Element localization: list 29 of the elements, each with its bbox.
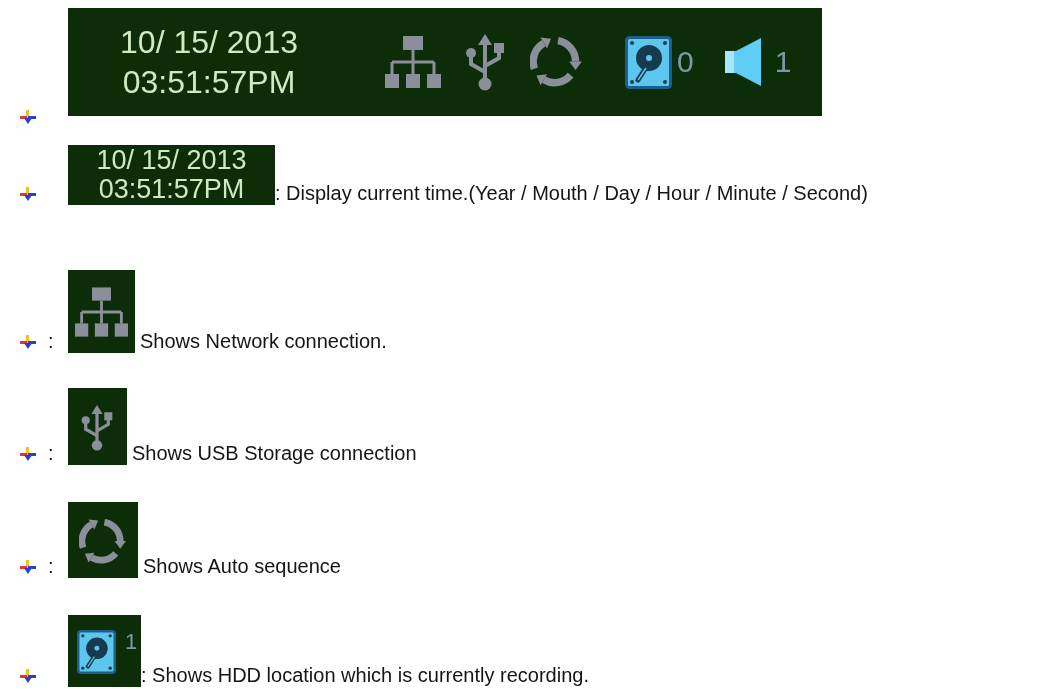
bullet-icon	[20, 447, 36, 461]
bullet-icon	[20, 335, 36, 349]
separator-text: :	[48, 554, 54, 578]
description-text: : Display current time.(Year / Mouth / Day / Hour / Minute / Second)	[275, 181, 868, 205]
usb-icon	[68, 388, 127, 465]
usb-icon	[464, 33, 506, 91]
circular-arrows-icon	[68, 502, 138, 578]
count-text: 1	[774, 44, 792, 80]
description-text: : Shows HDD location which is currently recording.	[141, 663, 589, 687]
time-text: 03:51:57PM	[121, 63, 297, 102]
separator-text: :	[48, 329, 54, 353]
bullet-icon	[20, 560, 36, 574]
description-text: Shows Network connection.	[140, 329, 387, 353]
network-icon	[68, 270, 135, 353]
separator-text: :	[48, 441, 54, 465]
circular-arrows-icon	[530, 37, 583, 87]
description-text: Shows Auto sequence	[143, 554, 341, 578]
network-icon	[385, 35, 441, 89]
bullet-icon	[20, 187, 36, 201]
description-text: Shows USB Storage connection	[132, 441, 417, 465]
time-text: 03:51:57PM	[97, 175, 246, 204]
count-text: 1	[125, 630, 138, 654]
bullet-icon	[20, 669, 36, 683]
date-text: 10/ 15/ 2013	[119, 23, 299, 62]
count-text: 0	[677, 44, 694, 80]
hard-drive-icon	[625, 35, 672, 89]
date-text: 10/ 15/ 2013	[95, 146, 248, 175]
hard-drive-icon	[77, 630, 116, 674]
bullet-icon	[20, 110, 36, 124]
